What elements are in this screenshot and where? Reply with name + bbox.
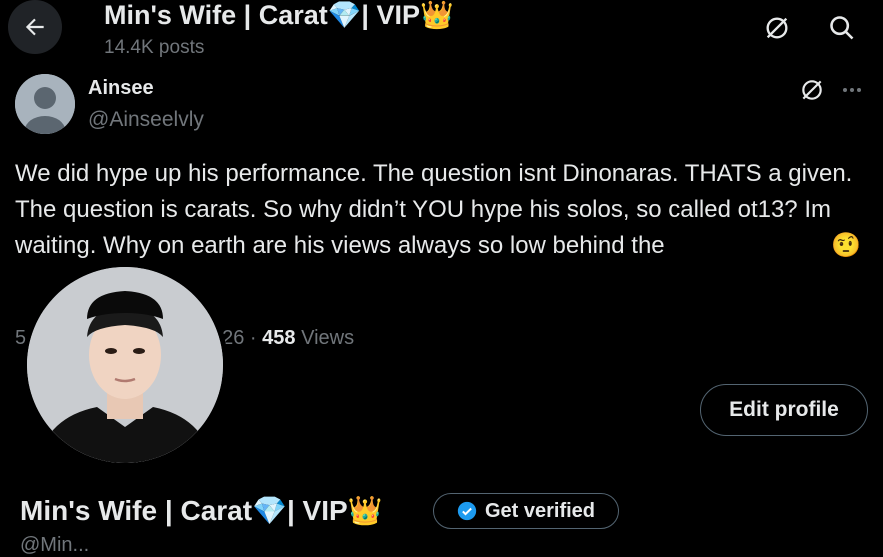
page-title: Min's Wife | Carat💎| VIP👑	[104, 0, 454, 30]
get-verified-button[interactable]: Get verified	[433, 493, 619, 529]
crown-emoji: 👑	[419, 0, 454, 30]
grok-icon	[766, 17, 788, 39]
author-avatar[interactable]	[15, 74, 75, 134]
more-horizontal-icon	[843, 88, 861, 92]
profile-avatar[interactable]	[22, 262, 228, 468]
more-button[interactable]	[832, 70, 872, 110]
grok-button[interactable]	[757, 8, 797, 48]
author-handle[interactable]: @Ainseelvly	[88, 108, 204, 132]
arrow-left-icon	[25, 18, 44, 36]
back-button[interactable]	[8, 0, 62, 54]
search-icon	[830, 16, 854, 40]
gem-emoji: 💎	[252, 495, 287, 526]
get-verified-label: Get verified	[484, 499, 596, 522]
tweet-grok-button[interactable]	[792, 70, 832, 110]
profile-handle: @Min...	[20, 534, 90, 556]
gem-emoji: 💎	[327, 0, 362, 30]
posts-count: 14.4K posts	[104, 37, 205, 58]
default-avatar-icon	[15, 74, 75, 134]
crown-emoji: 👑	[347, 495, 383, 526]
edit-profile-button[interactable]: Edit profile	[700, 384, 868, 436]
verified-badge-icon	[457, 501, 477, 521]
views-count: 458	[262, 327, 296, 349]
grok-icon	[802, 80, 822, 100]
author-name[interactable]: Ainsee	[88, 77, 154, 100]
search-button[interactable]	[822, 8, 862, 48]
profile-photo	[27, 267, 223, 463]
tweet-text: We did hype up his performance. The ques…	[15, 160, 862, 259]
raised-eyebrow-emoji: 🤨	[831, 232, 862, 259]
profile-display-name: Min's Wife | Carat💎| VIP👑	[20, 495, 383, 526]
